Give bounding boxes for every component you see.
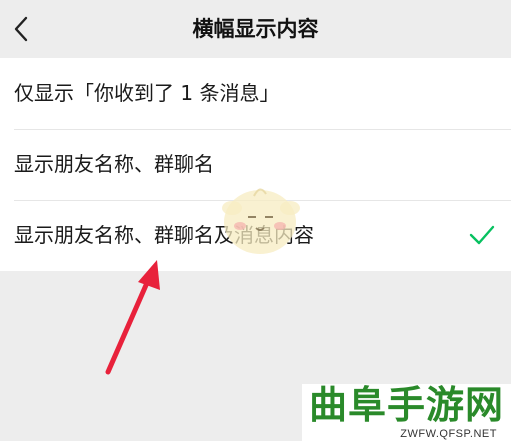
nav-bar: 横幅显示内容 [0,0,511,58]
option-row-count-only[interactable]: 仅显示「你收到了 1 条消息」 [0,58,511,129]
watermark-url: ZWFW.QFSP.NET [400,428,497,440]
page-title: 横幅显示内容 [192,17,319,41]
mascot-watermark-icon [222,188,300,254]
option-label: 仅显示「你收到了 1 条消息」 [14,81,280,105]
checkmark-icon [469,225,495,245]
site-watermark: 曲阜手游网 ZWFW.QFSP.NET [302,384,511,441]
watermark-title: 曲阜手游网 [308,382,504,427]
option-label: 显示朋友名称、群聊名 [14,152,214,176]
